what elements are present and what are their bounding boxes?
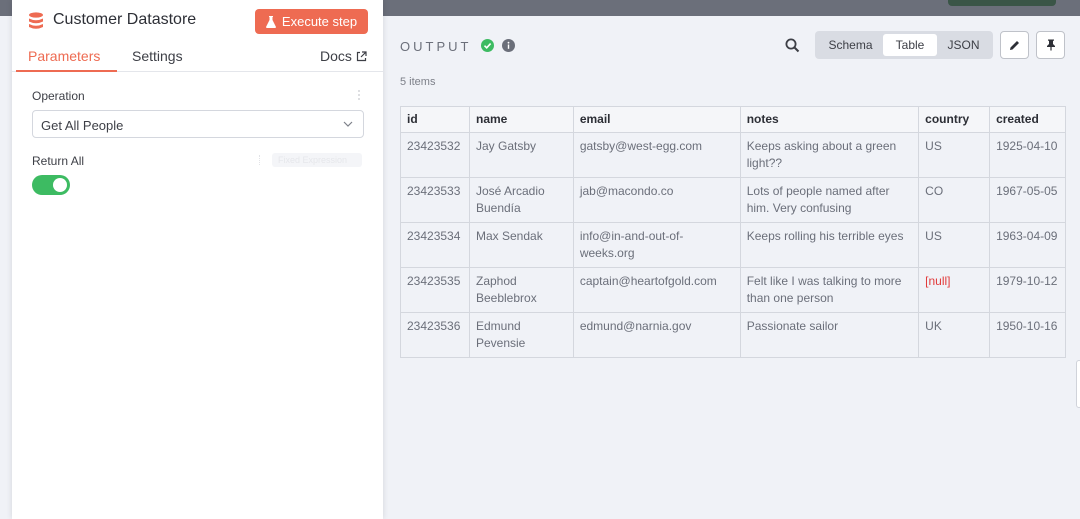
cell-notes: Felt like I was talking to more than one… [739,267,920,313]
return-all-toggle[interactable] [32,175,70,195]
pin-icon [1046,39,1055,51]
table-row: 23423536 Edmund Pevensie edmund@narnia.g… [400,312,1066,358]
cell-email: info@in-and-out-of-weeks.org [572,222,741,268]
flask-icon [265,15,276,28]
column-header-notes: notes [739,106,920,133]
database-stack-icon [29,12,43,29]
view-schema[interactable]: Schema [818,34,883,56]
tab-settings[interactable]: Settings [132,48,183,64]
cell-country-null: [null] [918,267,991,313]
cell-name: Jay Gatsby [468,132,574,178]
cell-notes: Keeps asking about a green light?? [739,132,920,178]
success-check-icon [481,39,494,52]
cell-email: edmund@narnia.gov [572,312,741,358]
view-json[interactable]: JSON [937,34,990,56]
cell-created: 1967-05-05 [989,177,1066,223]
cell-country: US [918,132,991,178]
cell-created: 1963-04-09 [989,222,1066,268]
cell-country: US [918,222,991,268]
table-row: 23423533 José Arcadio Buendía jab@macond… [400,177,1066,223]
cell-email: jab@macondo.co [572,177,741,223]
docs-label: Docs [320,48,352,64]
cell-notes: Lots of people named after him. Very con… [739,177,920,223]
cell-email: captain@heartofgold.com [572,267,741,313]
items-count: 5 items [400,76,436,88]
table-row: 23423535 Zaphod Beeblebrox captain@heart… [400,267,1066,313]
cell-id: 23423534 [400,222,470,268]
cell-id: 23423533 [400,177,470,223]
toggle-knob [53,178,67,192]
column-header-name: name [468,106,574,133]
output-title: OUTPUT [400,39,472,54]
cell-name: Zaphod Beeblebrox [468,267,574,313]
cell-email: gatsby@west-egg.com [572,132,741,178]
column-header-country: country [918,106,991,133]
operation-select[interactable]: Get All People [32,110,364,138]
info-icon[interactable] [502,39,515,52]
cell-created: 1950-10-16 [989,312,1066,358]
column-header-created: created [989,106,1066,133]
return-all-label: Return All [32,154,85,168]
cell-id: 23423535 [400,267,470,313]
table-row: 23423532 Jay Gatsby gatsby@west-egg.com … [400,132,1066,178]
cell-id: 23423532 [400,132,470,178]
cell-name: Edmund Pevensie [468,312,574,358]
panel-tabs: Parameters Settings Docs [12,42,383,72]
cell-notes: Keeps rolling his terrible eyes [739,222,920,268]
cell-id: 23423536 [400,312,470,358]
tab-parameters[interactable]: Parameters [28,48,100,64]
execute-step-button[interactable]: Execute step [255,9,368,34]
pin-data-button[interactable] [1036,31,1065,59]
active-tab-underline [16,70,117,72]
output-table: id name email notes country created 2342… [400,106,1066,358]
view-table[interactable]: Table [883,34,937,56]
operation-value: Get All People [41,118,124,133]
cell-notes: Passionate sailor [739,312,920,358]
column-header-id: id [400,106,470,133]
parameters-panel: Customer Datastore Execute step Paramete… [12,0,383,519]
chevron-down-icon [343,121,353,127]
side-panel-handle[interactable] [1076,360,1080,408]
cell-name: Max Sendak [468,222,574,268]
operation-label: Operation [32,89,85,103]
top-action-button[interactable] [948,0,1056,6]
operation-options-icon[interactable] [357,89,361,101]
search-icon[interactable] [785,38,800,53]
cell-created: 1925-04-10 [989,132,1066,178]
cell-country: UK [918,312,991,358]
node-header: Customer Datastore Execute step [12,0,383,42]
execute-step-label: Execute step [281,14,358,29]
external-link-icon [356,50,367,61]
edit-output-button[interactable] [1000,31,1029,59]
view-switcher: Schema Table JSON [815,31,993,59]
pencil-icon [1009,41,1019,50]
docs-link[interactable]: Docs [320,48,367,64]
cell-country: CO [918,177,991,223]
fixed-expression-toggle[interactable]: Fixed Expression [272,153,362,167]
column-header-email: email [572,106,741,133]
fixed-expression-label: Fixed Expression [278,155,348,165]
cell-name: José Arcadio Buendía [468,177,574,223]
table-header-row: id name email notes country created [400,106,1066,133]
node-title: Customer Datastore [53,11,197,28]
fixed-expression-divider [259,155,261,165]
cell-created: 1979-10-12 [989,267,1066,313]
table-row: 23423534 Max Sendak info@in-and-out-of-w… [400,222,1066,268]
